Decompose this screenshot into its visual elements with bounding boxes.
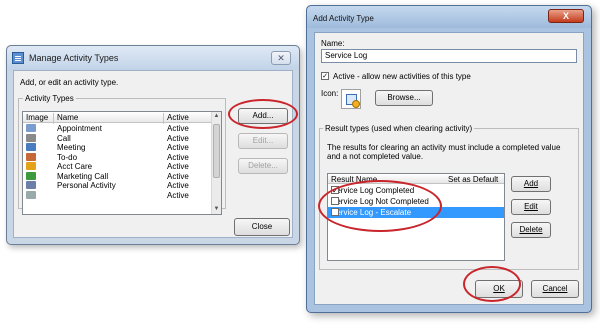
delete-result-button[interactable]: Delete	[511, 222, 551, 238]
activity-type-row[interactable]: Meeting Active	[23, 143, 211, 152]
result-type-name: Service Log Not Completed	[331, 197, 429, 206]
activity-type-row[interactable]: To-do Active	[23, 152, 211, 162]
activity-type-active: Active	[167, 152, 189, 162]
cancel-button[interactable]: Cancel	[531, 280, 579, 298]
activity-type-icon	[26, 190, 36, 199]
manage-activity-types-dialog: Manage Activity Types ✕ Add, or edit an …	[6, 45, 300, 245]
activity-type-active: Active	[167, 143, 189, 152]
activity-types-scrollbar[interactable]: ▲ ▼	[211, 112, 221, 214]
close-button[interactable]: Close	[234, 218, 290, 236]
activity-type-active: Active	[167, 133, 189, 143]
ok-button[interactable]: OK	[475, 280, 523, 298]
browse-button[interactable]: Browse...	[375, 90, 433, 106]
result-type-row[interactable]: Service Log Not Completed	[328, 196, 504, 207]
activity-type-icon	[26, 143, 36, 151]
add-result-button[interactable]: Add	[511, 176, 551, 192]
activity-type-row[interactable]: Marketing Call Active	[23, 171, 211, 181]
activity-type-name: Acct Care	[57, 162, 93, 171]
delete-result-label: Delete	[519, 225, 543, 234]
activity-types-group: Activity Types Image Name Active Appoint…	[18, 94, 226, 215]
activity-type-icon	[26, 162, 36, 170]
activity-type-active: Active	[167, 124, 189, 133]
column-header-set-as-default[interactable]: Set as Default	[448, 175, 498, 184]
set-as-default-checkbox[interactable]	[331, 208, 339, 216]
set-as-default-checkbox[interactable]	[331, 197, 339, 205]
manage-dialog-close-icon[interactable]: ✕	[271, 51, 291, 65]
scroll-down-icon[interactable]: ▼	[212, 205, 221, 214]
activity-type-active: Active	[167, 162, 189, 171]
activity-type-row[interactable]: Active	[23, 190, 211, 200]
manage-instructions: Add, or edit an activity type.	[20, 78, 119, 87]
activity-type-active: Active	[167, 181, 189, 190]
result-types-grid[interactable]: Result Name Set as Default Service Log C…	[327, 173, 505, 261]
result-type-name: Service Log Completed	[331, 186, 415, 195]
manage-dialog-body: Add, or edit an activity type. Activity …	[13, 70, 293, 238]
activity-type-row[interactable]: Acct Care Active	[23, 162, 211, 171]
edit-result-button[interactable]: Edit	[511, 199, 551, 215]
activity-type-name: Personal Activity	[57, 181, 116, 190]
name-label: Name:	[321, 39, 345, 48]
activity-types-grid-header: Image Name Active	[23, 112, 211, 124]
result-types-grid-header: Result Name Set as Default	[328, 174, 504, 184]
scroll-up-icon[interactable]: ▲	[212, 112, 221, 121]
activity-type-icon	[26, 171, 36, 180]
result-type-name: Service Log - Escalate	[331, 208, 412, 217]
manage-dialog-title: Manage Activity Types	[29, 53, 119, 63]
activity-type-icon	[26, 152, 36, 161]
manage-dialog-titlebar: Manage Activity Types ✕	[7, 46, 299, 70]
activity-types-grid[interactable]: Image Name Active Appointment Active Call A…	[22, 111, 222, 215]
activity-type-name: To-do	[57, 152, 78, 162]
activity-type-name: Marketing Call	[57, 171, 109, 181]
column-header-active[interactable]: Active	[167, 113, 189, 122]
result-type-row[interactable]: Service Log Completed ✓	[328, 185, 504, 196]
activity-type-icon	[26, 181, 36, 189]
column-divider	[53, 113, 54, 124]
activity-icon-preview	[341, 89, 361, 109]
activity-type-active: Active	[167, 171, 189, 181]
activity-type-row[interactable]: Personal Activity Active	[23, 181, 211, 190]
result-types-group-label: Result types (used when clearing activit…	[325, 124, 473, 133]
name-field[interactable]: Service Log	[321, 49, 577, 63]
add-dialog-titlebar: Add Activity Type X	[307, 6, 591, 28]
add-activity-type-dialog: Add Activity Type X Name: Service Log ✓ …	[306, 5, 592, 313]
activity-type-row[interactable]: Call Active	[23, 133, 211, 143]
ok-label: OK	[493, 284, 505, 293]
activity-type-icon	[26, 133, 36, 142]
activity-type-active: Active	[167, 190, 189, 200]
result-type-row[interactable]: Service Log - Escalate	[328, 207, 504, 218]
column-header-result-name[interactable]: Result Name	[331, 175, 377, 184]
column-divider	[163, 113, 164, 124]
delete-activity-type-button[interactable]: Delete...	[238, 158, 288, 174]
activity-type-name: Appointment	[57, 124, 102, 133]
add-activity-type-button[interactable]: Add...	[238, 108, 288, 124]
icon-label: Icon:	[321, 89, 339, 98]
column-header-image[interactable]: Image	[26, 113, 48, 122]
edit-result-label: Edit	[524, 202, 538, 211]
active-checkbox[interactable]: ✓	[321, 72, 329, 80]
active-checkbox-label: Active - allow new activities of this ty…	[333, 72, 471, 81]
column-header-name[interactable]: Name	[57, 113, 78, 122]
add-dialog-title: Add Activity Type	[313, 14, 374, 23]
scroll-thumb[interactable]	[213, 124, 220, 178]
add-dialog-body: Name: Service Log ✓ Active - allow new a…	[314, 32, 584, 305]
cancel-label: Cancel	[542, 284, 568, 293]
dialog-app-icon	[12, 52, 24, 64]
activity-type-name: Meeting	[57, 143, 86, 152]
edit-activity-type-button[interactable]: Edit...	[238, 133, 288, 149]
activity-type-icon	[26, 124, 36, 132]
set-as-default-checkbox[interactable]: ✓	[331, 186, 339, 195]
result-types-description: The results for clearing an activity mus…	[327, 143, 561, 161]
activity-type-row[interactable]: Appointment Active	[23, 124, 211, 133]
add-result-label: Add	[523, 179, 539, 188]
add-dialog-close-icon[interactable]: X	[548, 9, 584, 23]
activity-types-group-label: Activity Types	[25, 94, 74, 103]
activity-type-name: Call	[57, 133, 71, 143]
